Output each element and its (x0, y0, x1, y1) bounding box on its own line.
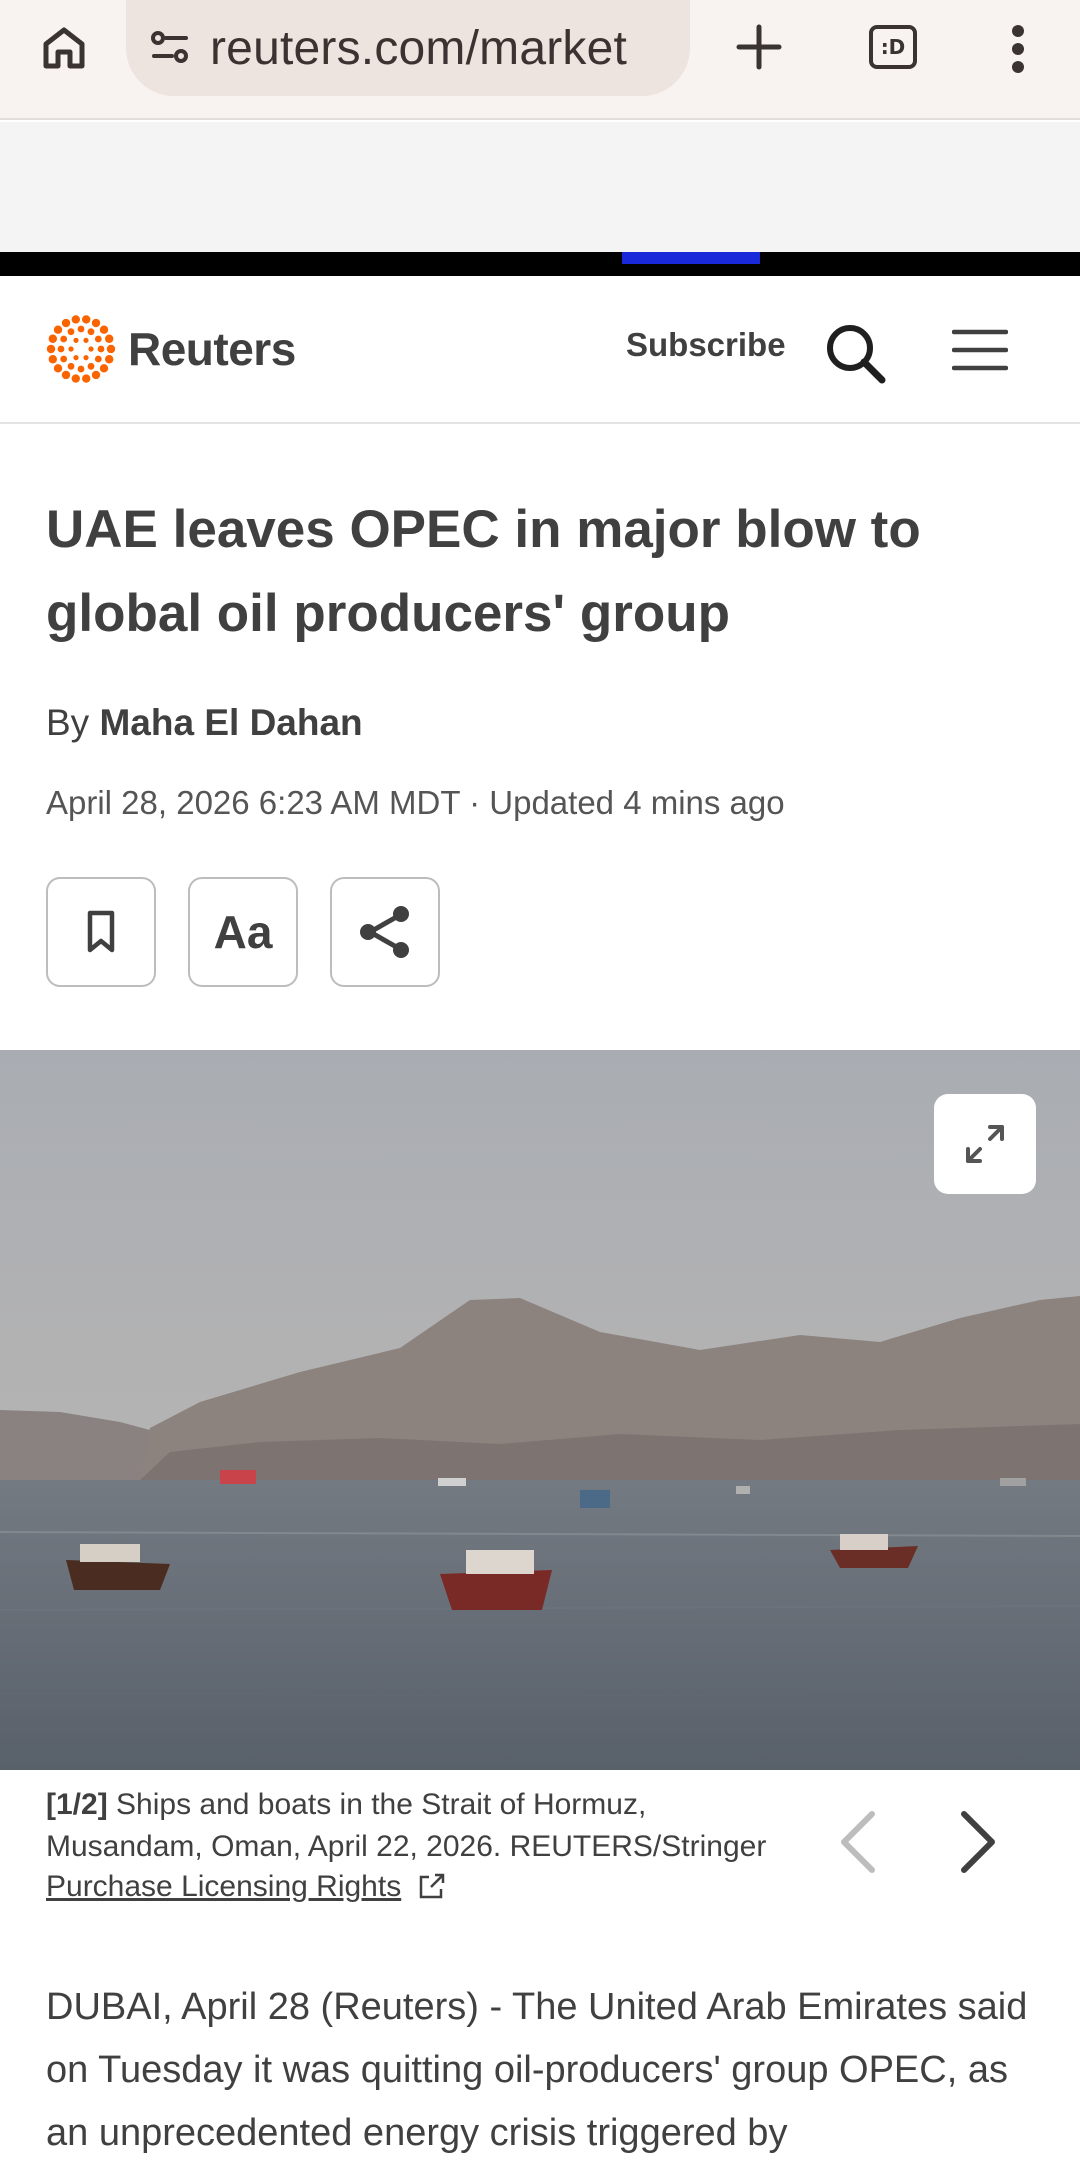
text-size-label: Aa (213, 906, 273, 958)
dateline: April 28, 2026 6:23 AM MDT · Updated 4 m… (46, 784, 785, 821)
logo-text: Reuters (128, 323, 296, 375)
browser-toolbar: reuters.com/market :D (0, 0, 1080, 120)
logo-dot (53, 364, 63, 373)
chevron-right-icon (961, 1811, 995, 1873)
logo-dot (94, 355, 102, 363)
home-button[interactable] (30, 14, 98, 82)
menu-button[interactable] (951, 328, 1009, 372)
logo-dot (61, 370, 71, 380)
logo-dot (82, 315, 91, 324)
ad-banner-strip[interactable] (0, 252, 1080, 276)
share-button[interactable] (330, 877, 440, 987)
ad-banner-fragment (622, 252, 760, 264)
more-vert-icon (1012, 25, 1024, 73)
logo-dot (73, 337, 79, 343)
ad-slot (0, 122, 1080, 252)
logo-dot (87, 328, 95, 336)
strait-of-hormuz-photo (0, 1050, 1080, 1770)
logo-dot (68, 346, 74, 352)
logo-dot (73, 355, 79, 361)
logo-dot (61, 318, 71, 328)
subscribe-button[interactable]: Subscribe (626, 326, 786, 364)
browser-menu-button[interactable] (990, 14, 1046, 84)
article-headline: UAE leaves OPEC in major blow to global … (46, 500, 921, 643)
logo-dot (48, 334, 58, 343)
logo-dot (91, 318, 101, 328)
new-tab-button[interactable] (726, 12, 792, 82)
logo-dot (97, 345, 105, 353)
photo-caption: [1/2] Ships and boats in the Strait of H… (46, 1784, 806, 1868)
external-link-icon (419, 1873, 445, 1899)
logo-dot (104, 355, 114, 364)
address-bar[interactable]: reuters.com/market (126, 0, 690, 96)
logo-dot (94, 335, 102, 343)
article-body-paragraph: DUBAI, April 28 (Reuters) - The United A… (46, 1986, 1028, 2154)
share-icon (360, 906, 409, 958)
logo-dot (106, 344, 116, 354)
url-text[interactable]: reuters.com/market (210, 21, 680, 76)
photo-caption-text: Ships and boats in the Strait of Hormuz,… (46, 1788, 767, 1863)
logo-dot (60, 335, 68, 343)
logo-dot (53, 325, 63, 334)
logo-dot (71, 315, 80, 324)
logo-dot (88, 346, 94, 352)
byline-prefix: By (46, 702, 90, 743)
article-photo[interactable] (0, 1050, 1080, 1770)
logo-dot (77, 365, 85, 373)
reuters-logo[interactable]: Reuters (44, 312, 296, 386)
logo-dot (83, 337, 89, 343)
reuters-logo-icon (46, 315, 116, 383)
logo-dot (46, 344, 56, 354)
logo-dot (91, 370, 101, 380)
logo-dot (87, 362, 95, 370)
bookmark-button[interactable] (46, 877, 156, 987)
text-size-button[interactable]: Aa (188, 877, 298, 987)
tab-count: :D (869, 25, 917, 69)
plus-icon (736, 24, 782, 70)
byline: By Maha El Dahan (46, 702, 363, 744)
logo-dot (99, 325, 109, 334)
logo-dot (67, 328, 75, 336)
search-icon (827, 325, 886, 384)
logo-dot (82, 374, 91, 383)
logo-dot (67, 362, 75, 370)
license-label[interactable]: Purchase Licensing Rights (46, 1870, 401, 1904)
logo-dot (77, 325, 85, 333)
logo-dot (104, 334, 114, 343)
logo-dot (60, 355, 68, 363)
logo-dot (71, 374, 80, 383)
home-icon (43, 27, 85, 69)
chevron-left-icon (841, 1811, 875, 1873)
purchase-licensing-link[interactable]: Purchase Licensing Rights (46, 1870, 447, 1904)
tune-icon[interactable] (146, 24, 194, 72)
logo-dot (99, 364, 109, 373)
expand-photo-button[interactable] (934, 1094, 1036, 1194)
photo-counter: [1/2] (46, 1788, 108, 1821)
logo-dot (57, 345, 65, 353)
tab-switcher-button[interactable]: :D (860, 14, 926, 80)
bookmark-icon (87, 910, 115, 953)
site-header: Reuters Subscribe (0, 276, 1080, 424)
previous-photo-button[interactable] (830, 1806, 890, 1878)
hamburger-icon (951, 329, 1009, 371)
logo-dot (48, 355, 58, 364)
logo-dot (83, 355, 89, 361)
author-link[interactable]: Maha El Dahan (99, 702, 362, 743)
search-button[interactable] (824, 322, 888, 386)
next-photo-button[interactable] (946, 1806, 1006, 1878)
expand-icon (966, 1125, 1004, 1163)
